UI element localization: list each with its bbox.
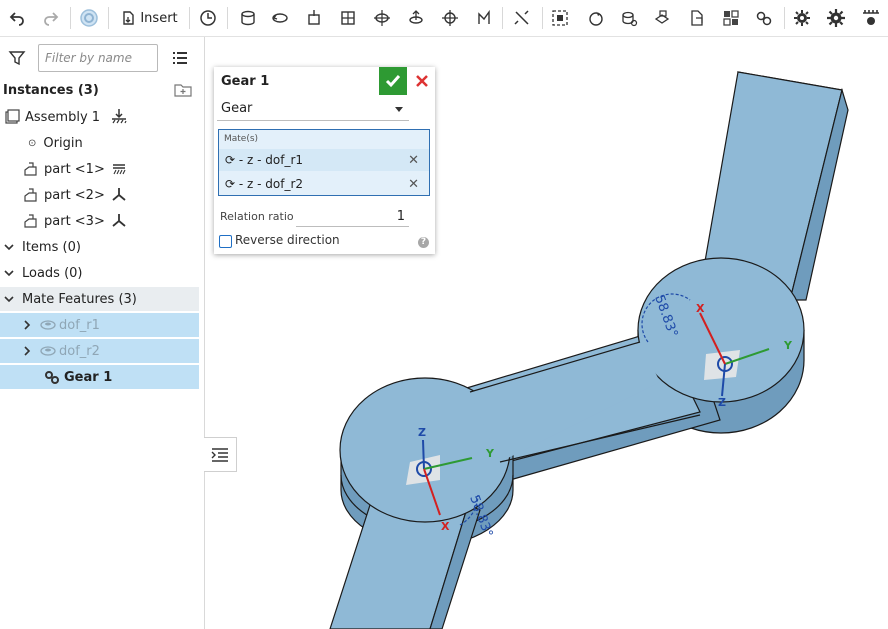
revolute-icon	[40, 346, 56, 356]
axis-x-label: X	[696, 302, 705, 315]
gear-mate-icon	[45, 371, 59, 384]
chevron-right-icon	[24, 320, 31, 330]
fastened-mate-icon[interactable]	[236, 5, 260, 31]
ball-mate-icon[interactable]	[438, 5, 462, 31]
dialog-title: Gear 1	[221, 74, 270, 89]
part-label: part <2>	[44, 187, 105, 203]
part-label: part <1>	[44, 161, 105, 177]
loads-section[interactable]: Loads (0)	[3, 261, 202, 285]
check-icon	[385, 75, 401, 88]
explode-view-icon[interactable]	[719, 5, 743, 31]
mate-type-select[interactable]: Gear	[217, 97, 409, 121]
axis-y-label: Y	[783, 339, 793, 352]
linear-pattern-icon[interactable]	[617, 5, 641, 31]
items-section[interactable]: Items (0)	[3, 235, 202, 259]
part-icon	[24, 162, 37, 176]
gear-icon[interactable]	[824, 5, 848, 31]
ok-button[interactable]	[379, 67, 407, 95]
parallel-mate-icon[interactable]	[472, 5, 496, 31]
clock-icon[interactable]	[196, 5, 220, 31]
update-icon[interactable]	[76, 5, 102, 31]
remove-mate-icon[interactable]: ✕	[408, 153, 419, 168]
mates-label: Mate(s)	[224, 134, 259, 144]
list-view-icon[interactable]	[172, 50, 188, 70]
insert-icon	[123, 11, 135, 25]
fixed-icon	[110, 108, 128, 130]
ratio-input[interactable]: 1	[296, 207, 409, 227]
mate-relation-icon[interactable]	[584, 5, 608, 31]
triad-icon	[111, 212, 127, 232]
instances-label: Instances (3)	[3, 82, 99, 98]
cancel-button[interactable]	[411, 69, 433, 93]
mate-row-label: ⟳ - z - dof_r2	[225, 177, 304, 191]
feature-panel: Instances (3) Assembly 1 ⊙ Origin part <…	[0, 37, 205, 629]
chevron-down-icon	[4, 244, 14, 251]
revolute-icon	[40, 320, 56, 330]
help-icon[interactable]: ?	[418, 237, 429, 248]
tree-item-dof-r2[interactable]: dof_r2	[0, 339, 199, 363]
part-icon	[24, 214, 37, 228]
mate-row-label: ⟳ - z - dof_r1	[225, 153, 304, 167]
redo-icon[interactable]	[40, 5, 62, 31]
axis-y-label: Y	[485, 447, 495, 460]
loads-label: Loads (0)	[22, 265, 83, 281]
reverse-direction-label[interactable]: Reverse direction	[235, 233, 340, 247]
insert-button[interactable]: Insert	[116, 5, 182, 31]
fixed-part-icon	[112, 161, 126, 180]
tree-item-origin[interactable]: ⊙ Origin	[28, 131, 227, 155]
cylindrical-mate-icon[interactable]	[370, 5, 394, 31]
mates-field[interactable]: Mate(s) ⟳ - z - dof_r1 ✕ ⟳ - z - dof_r2 …	[218, 129, 430, 196]
gears-group-icon[interactable]	[752, 5, 776, 31]
gear-label: Gear 1	[64, 369, 113, 385]
axis-x-label: X	[441, 520, 450, 533]
replicate-icon[interactable]	[651, 5, 675, 31]
gear-mate-dialog: Gear 1 Gear Mate(s) ⟳ - z - dof_r1 ✕ ⟳ -…	[214, 67, 435, 254]
instances-header[interactable]: Instances (3)	[3, 78, 202, 102]
mate-label: dof_r1	[59, 317, 100, 333]
insert-part-icon[interactable]	[685, 5, 709, 31]
assembly-icon	[5, 109, 20, 124]
mate-features-label: Mate Features (3)	[22, 291, 137, 307]
chevron-down-icon	[395, 107, 403, 112]
slider-mate-icon[interactable]	[302, 5, 326, 31]
mate-connector-icon[interactable]	[510, 5, 534, 31]
gear-settings-icon[interactable]	[790, 5, 814, 31]
origin-icon: ⊙	[28, 137, 37, 149]
toolbar: Insert	[0, 0, 888, 37]
remove-mate-icon[interactable]: ✕	[408, 177, 419, 192]
tree-item-assembly[interactable]: Assembly 1	[4, 105, 203, 129]
reverse-direction-checkbox[interactable]	[219, 235, 232, 248]
mate-row-1[interactable]: ⟳ - z - dof_r1 ✕	[219, 149, 429, 171]
triad-icon	[111, 186, 127, 206]
rack-pinion-icon[interactable]	[858, 5, 884, 31]
mate-type-value: Gear	[221, 101, 253, 116]
chevron-right-icon	[24, 346, 31, 356]
chevron-down-icon	[4, 270, 14, 277]
revolute-mate-icon[interactable]	[268, 5, 292, 31]
group-icon[interactable]	[548, 5, 572, 31]
filter-icon[interactable]	[8, 49, 26, 71]
filter-input[interactable]	[38, 44, 158, 72]
mate-label: dof_r2	[59, 343, 100, 359]
ratio-label: Relation ratio	[220, 210, 294, 223]
part-label: part <3>	[44, 213, 105, 229]
mate-features-section[interactable]: Mate Features (3)	[0, 287, 199, 311]
assembly-label: Assembly 1	[25, 109, 101, 125]
chevron-down-icon	[4, 296, 14, 303]
undo-icon[interactable]	[6, 5, 28, 31]
tree-item-dof-r1[interactable]: dof_r1	[0, 313, 199, 337]
axis-z-label: Z	[418, 426, 426, 439]
axis-z-label: Z	[718, 396, 726, 409]
tree-item-gear-1[interactable]: Gear 1	[0, 365, 199, 389]
part-icon	[24, 188, 37, 202]
mate-row-2[interactable]: ⟳ - z - dof_r2 ✕	[219, 173, 429, 195]
planar-mate-icon[interactable]	[336, 5, 360, 31]
new-folder-icon[interactable]	[174, 82, 192, 102]
close-icon	[416, 75, 428, 87]
pin-slot-mate-icon[interactable]	[404, 5, 428, 31]
insert-label: Insert	[140, 10, 178, 26]
origin-label: Origin	[43, 135, 83, 151]
items-label: Items (0)	[22, 239, 81, 255]
